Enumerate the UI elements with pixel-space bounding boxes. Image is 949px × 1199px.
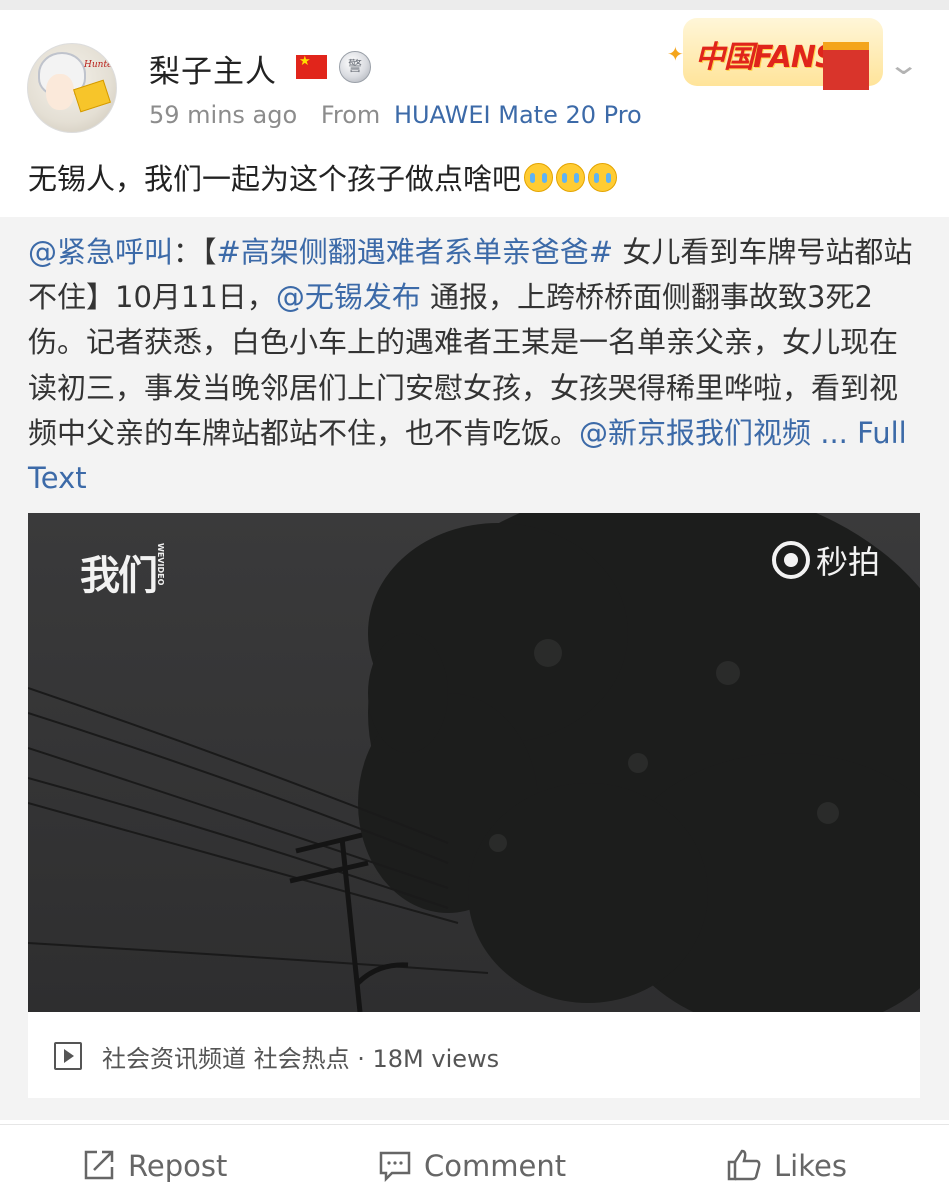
video-footer[interactable]: 社会资讯频道 社会热点 · 18M views <box>28 1012 920 1098</box>
repost-label: Repost <box>128 1149 228 1183</box>
post-text-content: 无锡人，我们一起为这个孩子做点啥吧 <box>28 162 522 196</box>
thumbs-up-icon <box>726 1148 762 1189</box>
play-icon <box>54 1042 82 1070</box>
from-label: From <box>320 101 381 129</box>
mention-link[interactable]: @紧急呼叫 <box>28 235 173 269</box>
repost-punct: ：【 <box>173 235 217 269</box>
likes-button[interactable]: Likes <box>726 1148 847 1189</box>
video-player[interactable]: 我们WEVIDEO 秒拍 <box>28 513 920 1012</box>
post-time: 59 mins ago <box>149 101 298 129</box>
device-link[interactable]: HUAWEI Mate 20 Pro <box>394 101 642 129</box>
china-flag-icon: ★ <box>296 54 327 79</box>
likes-label: Likes <box>774 1149 847 1183</box>
comment-icon <box>378 1148 412 1189</box>
divider <box>0 1124 949 1125</box>
cry-emoji-icon <box>524 163 554 192</box>
cry-emoji-icon <box>556 163 586 192</box>
hashtag-link[interactable]: #高架侧翻遇难者系单亲爸爸# <box>217 235 614 269</box>
chevron-down-icon[interactable]: ⌄ <box>887 48 920 81</box>
avatar[interactable]: Hunter <box>27 43 117 133</box>
comment-label: Comment <box>424 1149 567 1183</box>
wevideo-logo: 我们WEVIDEO <box>80 543 165 599</box>
miaopai-logo: 秒拍 <box>772 537 880 583</box>
repost-text: @紧急呼叫：【#高架侧翻遇难者系单亲爸爸# 女儿看到车牌号站都站不住】10月11… <box>28 230 923 501</box>
top-strip <box>0 0 949 10</box>
fans-badge-text: 中国FANS <box>695 40 837 75</box>
video-meta: 社会资讯频道 社会热点 · 18M views <box>102 1045 500 1073</box>
repost-button[interactable]: Repost <box>82 1148 227 1189</box>
action-bar: Repost Comment Likes <box>0 1136 949 1196</box>
repost-icon <box>82 1148 116 1189</box>
mention-link[interactable]: @无锡发布 <box>276 280 421 314</box>
medal-icon[interactable]: 警 <box>339 51 371 83</box>
camera-icon <box>772 541 810 579</box>
username[interactable]: 梨子主人 <box>149 46 277 91</box>
sparkle-icon: ✦ <box>667 42 684 66</box>
gate-icon <box>823 42 869 90</box>
post-meta: 59 mins ago From HUAWEI Mate 20 Pro <box>149 101 642 129</box>
mention-link[interactable]: @新京报我们视频 <box>579 416 811 450</box>
post-text: 无锡人，我们一起为这个孩子做点啥吧 <box>28 156 618 198</box>
china-fans-badge[interactable]: ✦ 中国FANS <box>667 12 891 90</box>
comment-button[interactable]: Comment <box>378 1148 566 1189</box>
cry-emoji-icon <box>588 163 618 192</box>
